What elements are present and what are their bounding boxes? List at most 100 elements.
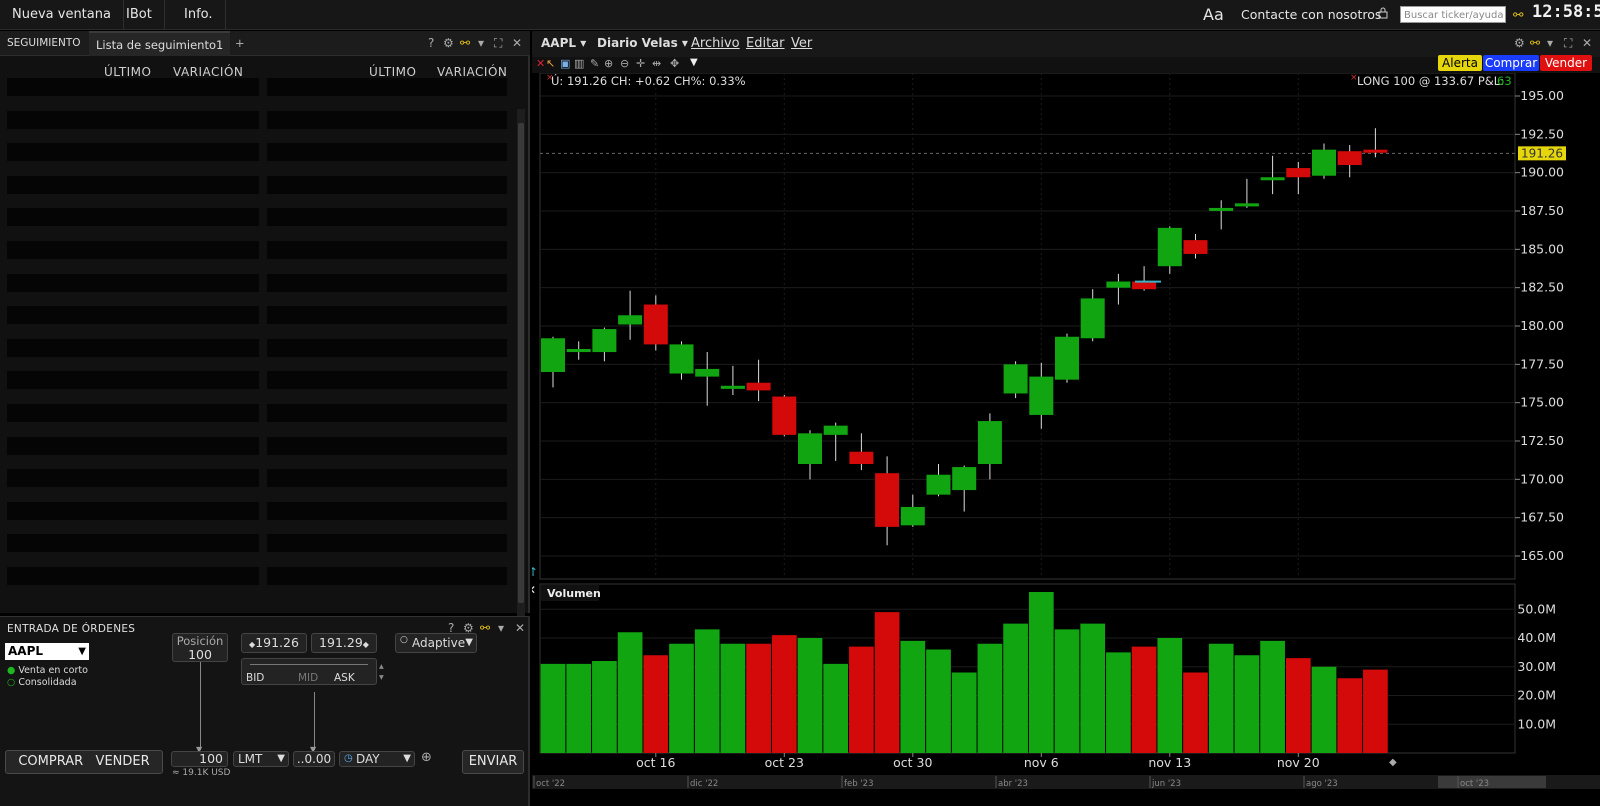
- menu-edit[interactable]: Editar: [746, 36, 785, 51]
- draw-icon[interactable]: ✎: [590, 57, 599, 70]
- col-last-header[interactable]: ÚLTIMO: [104, 65, 151, 79]
- chevron-down-icon[interactable]: ▾: [498, 621, 504, 635]
- link-icon[interactable]: ⚯: [480, 621, 490, 635]
- watchlist-row[interactable]: [267, 306, 507, 325]
- watchlist-row[interactable]: [267, 501, 507, 520]
- sell-button[interactable]: Vender: [1540, 55, 1592, 71]
- chart-symbol[interactable]: AAPL ▾: [541, 36, 586, 50]
- watchlist-row[interactable]: [7, 306, 259, 325]
- watchlist-row[interactable]: [7, 78, 259, 96]
- watchlist-row[interactable]: [267, 404, 507, 422]
- chart-type-icon[interactable]: ▥: [574, 57, 584, 70]
- watchlist-row[interactable]: [7, 404, 259, 422]
- stepper-icon[interactable]: ▴ ▾: [379, 661, 384, 683]
- timeline-thumb[interactable]: [1438, 776, 1546, 788]
- buy-sell-toggle[interactable]: COMPRAR VENDER: [5, 750, 163, 774]
- nav-arrow-icon[interactable]: ◆: [1389, 757, 1397, 768]
- contact-link[interactable]: Contacte con nosotros: [1241, 0, 1381, 29]
- vertical-scrollbar[interactable]: [517, 109, 525, 629]
- gear-icon[interactable]: ⚙: [443, 36, 454, 50]
- submit-button[interactable]: ENVIAR: [462, 750, 524, 774]
- buy-button[interactable]: Comprar: [1483, 55, 1539, 71]
- watchlist-row[interactable]: [7, 273, 259, 292]
- chevron-down-icon[interactable]: ▾: [1547, 36, 1553, 50]
- col-change-header-2[interactable]: VARIACIÓN: [437, 65, 507, 79]
- watchlist-row[interactable]: [267, 241, 507, 259]
- pointer-icon[interactable]: ↖: [546, 57, 555, 70]
- link-icon[interactable]: ⚯: [1530, 36, 1540, 50]
- watchlist-row[interactable]: [267, 371, 507, 390]
- watchlist-row[interactable]: [7, 534, 259, 553]
- watchlist-row[interactable]: [7, 241, 259, 259]
- ask-price-button[interactable]: 191.29◆: [311, 633, 377, 653]
- col-last-header-2[interactable]: ÚLTIMO: [369, 65, 416, 79]
- expand-icon[interactable]: ⛶: [494, 36, 502, 51]
- info-icon[interactable]: ▣: [560, 57, 570, 70]
- watchlist-row[interactable]: [7, 143, 259, 162]
- gear-icon[interactable]: ⚙: [1514, 36, 1525, 50]
- watchlist-row[interactable]: [267, 567, 507, 585]
- tab-seguimiento[interactable]: SEGUIMIENTO: [0, 31, 88, 56]
- help-icon[interactable]: ?: [428, 36, 434, 50]
- ibot-button[interactable]: IBot: [114, 0, 165, 29]
- watchlist-row[interactable]: [267, 175, 507, 194]
- ask-label[interactable]: ASK: [334, 672, 355, 684]
- symbol-input[interactable]: AAPL ▼: [5, 643, 89, 660]
- alert-button[interactable]: Alerta: [1438, 55, 1482, 71]
- watchlist-row[interactable]: [267, 338, 507, 357]
- chevron-down-icon[interactable]: ▾: [478, 36, 484, 50]
- link-icon[interactable]: ⚯: [1513, 0, 1523, 29]
- bid-price-button[interactable]: ◆191.26: [241, 633, 307, 653]
- price-input[interactable]: ..0.00: [293, 751, 335, 767]
- tif-select[interactable]: ◷ DAY ▼: [339, 751, 415, 767]
- chevron-down-icon[interactable]: ▼: [690, 57, 698, 68]
- close-icon[interactable]: ✕: [515, 621, 525, 635]
- add-tab-button[interactable]: +: [228, 31, 252, 56]
- watchlist-row[interactable]: [267, 143, 507, 162]
- price-chart[interactable]: 195.00 192.50 190.00 187.50 185.00 182.50 180.…: [532, 73, 1600, 806]
- watchlist-row[interactable]: [7, 371, 259, 390]
- order-type-select[interactable]: LMT ▼: [233, 751, 289, 767]
- expand-arrow-icon[interactable]: ↑: [532, 565, 538, 579]
- watchlist-row[interactable]: [7, 436, 259, 455]
- watchlist-row[interactable]: [7, 175, 259, 194]
- watchlist-row[interactable]: [267, 436, 507, 455]
- sell-button[interactable]: VENDER: [96, 754, 150, 769]
- buy-button[interactable]: COMPRAR: [18, 754, 83, 769]
- watchlist-row[interactable]: [7, 469, 259, 488]
- close-icon[interactable]: ✕: [512, 36, 522, 50]
- font-size-icon[interactable]: Aa: [1203, 0, 1224, 29]
- info-button[interactable]: Info.: [172, 0, 226, 29]
- watchlist-row[interactable]: [267, 273, 507, 292]
- crosshair-icon[interactable]: ✛: [636, 57, 645, 70]
- bid-label[interactable]: BID: [246, 672, 264, 684]
- watchlist-row[interactable]: [7, 501, 259, 520]
- algo-select[interactable]: ○ Adaptive ▼: [395, 633, 477, 653]
- fit-icon[interactable]: ⇹: [652, 57, 661, 70]
- price-slider[interactable]: BID MID ASK: [241, 658, 377, 685]
- tab-watchlist1[interactable]: Lista de seguimiento1: [89, 31, 231, 56]
- expand-icon[interactable]: ⛶: [1564, 36, 1572, 51]
- watchlist-row[interactable]: [267, 110, 507, 129]
- close-icon[interactable]: ✕: [532, 583, 536, 597]
- delete-icon[interactable]: ✕: [536, 57, 545, 70]
- new-window-button[interactable]: Nueva ventana: [0, 0, 124, 29]
- add-icon[interactable]: ⊕: [421, 750, 432, 765]
- zoom-in-icon[interactable]: ⊕: [604, 57, 613, 70]
- watchlist-row[interactable]: [267, 78, 507, 96]
- watchlist-row[interactable]: [7, 208, 259, 227]
- watchlist-row[interactable]: [7, 338, 259, 357]
- period-menu[interactable]: Diario Velas ▾: [597, 36, 688, 50]
- watchlist-row[interactable]: [267, 534, 507, 553]
- watchlist-row[interactable]: [267, 469, 507, 488]
- watchlist-row[interactable]: [267, 208, 507, 227]
- watchlist-row[interactable]: [7, 110, 259, 129]
- zoom-out-icon[interactable]: ⊖: [620, 57, 629, 70]
- watchlist-row[interactable]: [7, 567, 259, 585]
- close-icon[interactable]: ✕: [1582, 36, 1592, 50]
- menu-view[interactable]: Ver: [791, 36, 812, 51]
- move-icon[interactable]: ✥: [670, 57, 679, 70]
- col-change-header[interactable]: VARIACIÓN: [173, 65, 243, 79]
- ticker-search-input[interactable]: Buscar ticker/ayuda: [1400, 6, 1506, 23]
- link-icon[interactable]: ⚯: [460, 36, 470, 50]
